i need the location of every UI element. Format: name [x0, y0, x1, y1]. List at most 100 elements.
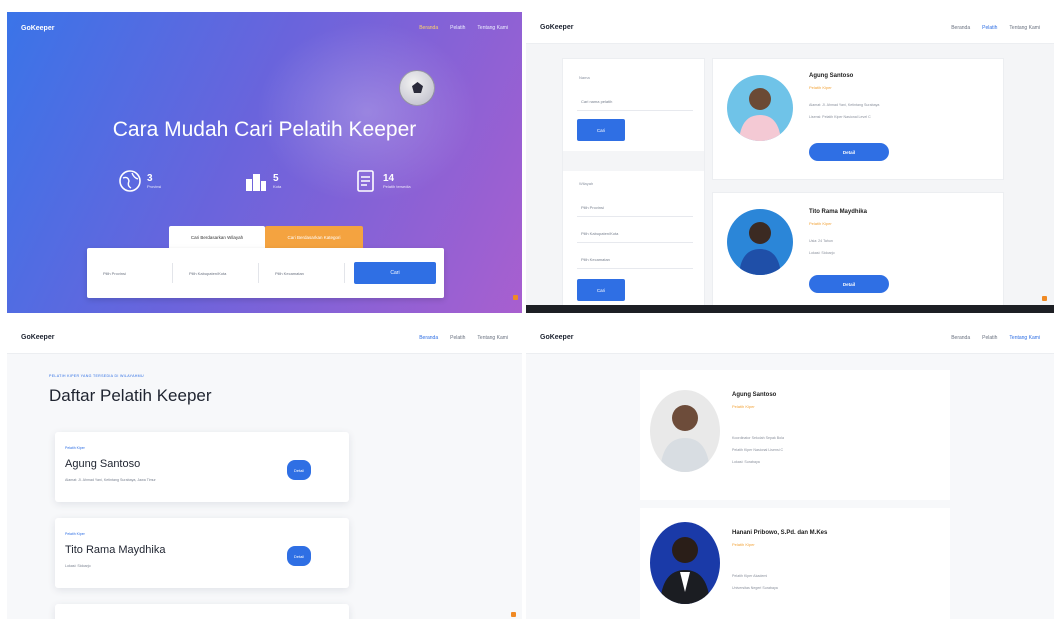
profile-detail-line: Universitas Negeri Surabaya: [732, 586, 778, 590]
top-nav: GoKeeper Beranda Pelatih Tentang Kami: [526, 322, 1054, 354]
stat-coaches-label: Pelatih tersedia: [383, 183, 411, 189]
coach-profile-panel: GoKeeper Beranda Pelatih Tentang Kami Ag…: [526, 322, 1054, 619]
coach-card: Agung Santoso Pelatih Kiper Alamat: Jl. …: [712, 58, 1004, 180]
list-item-category: Pelatih Kiper: [65, 532, 85, 536]
stat-provinces: 3 Provinsi: [117, 168, 161, 194]
filter-province-select[interactable]: Pilih Provinsi: [577, 199, 693, 217]
coach-detail-line: Lokasi: Sidoarjo: [809, 251, 835, 255]
list-item-name[interactable]: Tito Rama Maydhika: [65, 544, 165, 556]
profile-card: Agung Santoso Pelatih Kiper Koordinator …: [640, 370, 950, 500]
filter-name-label: Nama: [579, 75, 590, 80]
stats-row: 3 Provinsi 5 Kota 14 Pelatih tersedia: [7, 164, 522, 204]
list-item-address: Alamat: Jl. Ahmad Yani, Ketintang Suraba…: [65, 478, 156, 482]
city-icon: [246, 174, 266, 191]
section-eyebrow: PELATIH KIPER YANG TERSEDIA DI WILAYAHMU: [49, 374, 144, 378]
coach-detail-line: Lisensi: Pelatih Kiper Nasional Level C: [809, 115, 871, 119]
profile-detail-line: Lokasi: Surabaya: [732, 460, 760, 464]
filter-city-select[interactable]: Pilih Kabupaten/Kota: [577, 225, 693, 243]
warning-icon: [511, 612, 516, 617]
brand-logo[interactable]: GoKeeper: [21, 334, 54, 341]
stat-coaches-value: 14: [383, 172, 395, 184]
profile-detail-line: Koordinator Sekolah Sepak Bola: [732, 436, 784, 440]
top-nav: GoKeeper Beranda Pelatih Tentang Kami: [7, 322, 522, 354]
brand-logo[interactable]: GoKeeper: [540, 24, 573, 31]
city-select[interactable]: Pilih Kabupaten/Kota: [181, 263, 259, 283]
list-item-category: Pelatih Kiper: [65, 446, 85, 450]
page-title: Daftar Pelatih Keeper: [49, 386, 212, 405]
coach-badge: Pelatih Kiper: [809, 221, 832, 226]
province-select[interactable]: Pilih Provinsi: [95, 263, 173, 283]
list-item: Pelatih Kiper Tito Rama Maydhika Lokasi:…: [55, 518, 349, 588]
coach-detail-button[interactable]: Detail: [809, 143, 889, 161]
coach-card: Tito Rama Maydhika Pelatih Kiper Usia: 2…: [712, 192, 1004, 313]
nav-about-link[interactable]: Tentang Kami: [477, 25, 508, 31]
nav-home-link[interactable]: Beranda: [419, 25, 438, 31]
profile-detail-line: Pelatih Kiper Nasional Lisensi C: [732, 448, 784, 452]
tab-by-category[interactable]: Cari Berdasarkan Kategori: [265, 226, 363, 248]
nav-home-link[interactable]: Beranda: [951, 335, 970, 341]
list-item-name[interactable]: Agung Santoso: [65, 458, 140, 470]
list-item-address: Lokasi: Sidoarjo: [65, 564, 91, 568]
filter-district-select[interactable]: Pilih Kecamatan: [577, 251, 693, 269]
list-item: Pelatih Kiper Agung Santoso Alamat: Jl. …: [55, 432, 349, 502]
nav-about-link[interactable]: Tentang Kami: [1009, 25, 1040, 31]
profile-photo: [650, 390, 720, 472]
district-select[interactable]: Pilih Kecamatan: [267, 263, 345, 283]
top-nav: GoKeeper Beranda Pelatih Tentang Kami: [7, 12, 522, 44]
profile-photo: [650, 522, 720, 604]
brand-logo[interactable]: GoKeeper: [21, 25, 54, 32]
nav-about-link[interactable]: Tentang Kami: [477, 335, 508, 341]
search-button[interactable]: Cari: [354, 262, 436, 284]
profile-badge: Pelatih Kiper: [732, 542, 755, 547]
profile-detail-line: Pelatih Kiper Akademi: [732, 574, 768, 578]
coach-name[interactable]: Agung Santoso: [809, 73, 853, 79]
coach-detail-button[interactable]: Detail: [809, 275, 889, 293]
coach-detail-line: Alamat: Jl. Ahmad Yani, Ketintang Suraba…: [809, 103, 880, 107]
filter-name-button[interactable]: Cari: [577, 119, 625, 141]
brand-logo[interactable]: GoKeeper: [540, 334, 573, 341]
stat-cities-value: 5: [273, 172, 279, 184]
globe-icon: [119, 170, 141, 192]
screenshot-collage: GoKeeper Beranda Pelatih Tentang Kami Ca…: [0, 0, 1054, 619]
search-form: Pilih Provinsi Pilih Kabupaten/Kota Pili…: [87, 248, 444, 298]
profile-name: Hanani Pribowo, S.Pd. dan M.Kes: [732, 530, 828, 536]
coach-name[interactable]: Tito Rama Maydhika: [809, 209, 867, 215]
profile-badge: Pelatih Kiper: [732, 404, 755, 409]
coach-filter-panel: GoKeeper Beranda Pelatih Tentang Kami Na…: [526, 12, 1054, 313]
profile-name: Agung Santoso: [732, 392, 777, 398]
coach-badge: Pelatih Kiper: [809, 85, 832, 90]
profile-card: Hanani Pribowo, S.Pd. dan M.Kes Pelatih …: [640, 508, 950, 619]
nav-coach-link[interactable]: Pelatih: [982, 335, 997, 341]
stat-coaches: 14 Pelatih tersedia: [353, 168, 411, 194]
filter-name-input[interactable]: Cari nama pelatih: [577, 93, 693, 111]
list-item-detail-button[interactable]: Detail: [287, 546, 311, 566]
nav-coach-link[interactable]: Pelatih: [982, 25, 997, 31]
filter-region-button[interactable]: Cari: [577, 279, 625, 301]
search-tabs: Cari Berdasarkan Wilayah Cari Berdasarka…: [169, 226, 363, 248]
nav-about-link[interactable]: Tentang Kami: [1009, 335, 1040, 341]
warning-icon: [1042, 296, 1047, 301]
soccer-ball-icon: [399, 70, 435, 106]
stat-cities: 5 Kota: [243, 168, 281, 194]
hero-title: Cara Mudah Cari Pelatih Keeper: [112, 118, 417, 141]
nav-coach-link[interactable]: Pelatih: [450, 335, 465, 341]
top-nav: GoKeeper Beranda Pelatih Tentang Kami: [526, 12, 1054, 44]
coach-avatar: [727, 75, 793, 141]
stat-cities-label: Kota: [273, 183, 282, 189]
coach-detail-line: Usia: 24 Tahun: [809, 239, 833, 243]
coach-avatar: [727, 209, 793, 275]
tab-by-region[interactable]: Cari Berdasarkan Wilayah: [169, 226, 265, 248]
nav-coach-link[interactable]: Pelatih: [450, 25, 465, 31]
home-page-panel: GoKeeper Beranda Pelatih Tentang Kami Ca…: [7, 12, 522, 313]
stat-provinces-value: 3: [147, 172, 153, 184]
warning-icon: [513, 295, 518, 300]
list-item: [55, 604, 349, 619]
list-item-detail-button[interactable]: Detail: [287, 460, 311, 480]
filter-sidebar: Nama Cari nama pelatih Cari Wilayah Pili…: [562, 58, 705, 308]
coach-list-panel: GoKeeper Beranda Pelatih Tentang Kami PE…: [7, 322, 522, 619]
document-icon: [357, 170, 374, 192]
filter-divider: [563, 151, 704, 171]
nav-home-link[interactable]: Beranda: [419, 335, 438, 341]
stat-provinces-label: Provinsi: [147, 183, 162, 189]
nav-home-link[interactable]: Beranda: [951, 25, 970, 31]
